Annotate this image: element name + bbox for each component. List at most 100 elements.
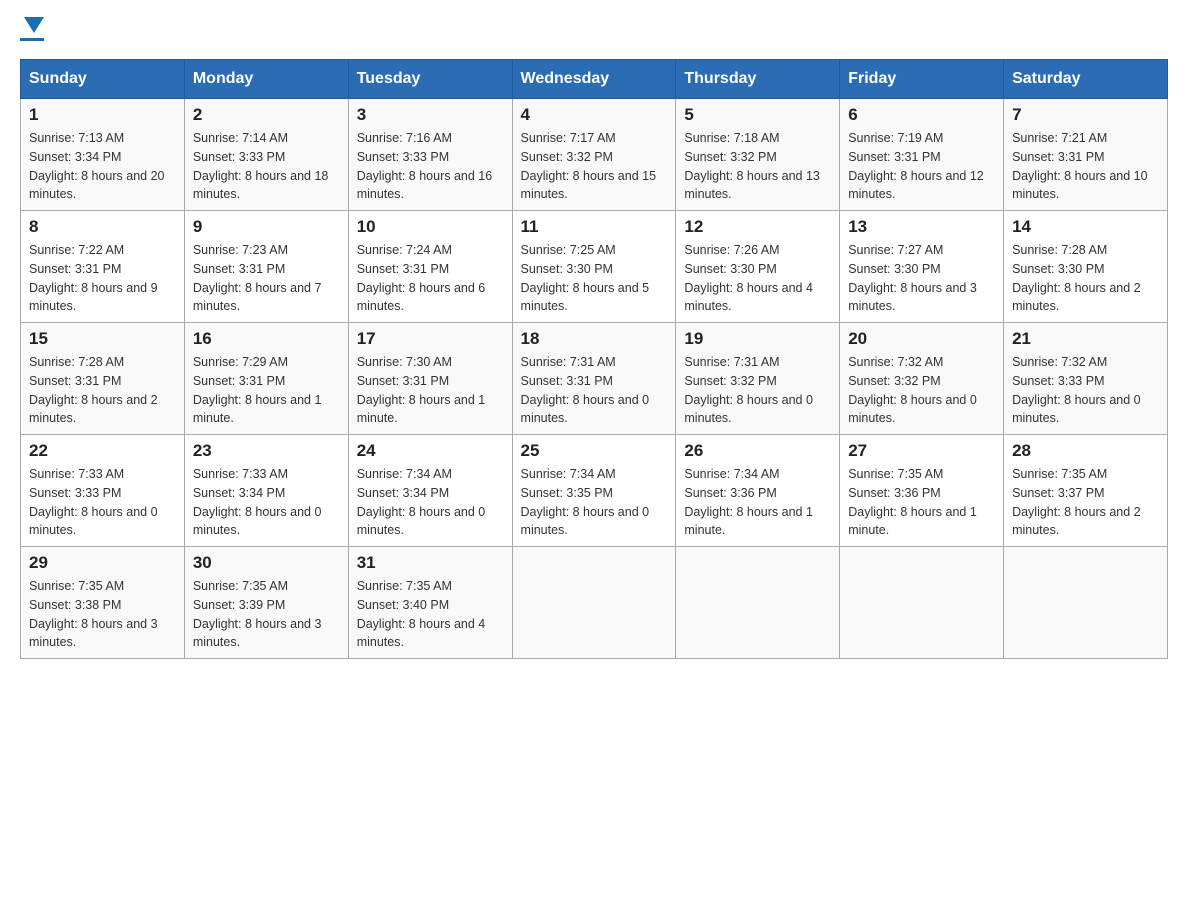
calendar-week-row: 29 Sunrise: 7:35 AMSunset: 3:38 PMDaylig… — [21, 547, 1168, 659]
calendar-cell — [512, 547, 676, 659]
day-number: 25 — [521, 441, 668, 461]
day-info: Sunrise: 7:14 AMSunset: 3:33 PMDaylight:… — [193, 131, 329, 201]
day-info: Sunrise: 7:19 AMSunset: 3:31 PMDaylight:… — [848, 131, 984, 201]
day-number: 20 — [848, 329, 995, 349]
calendar-cell — [676, 547, 840, 659]
day-info: Sunrise: 7:34 AMSunset: 3:35 PMDaylight:… — [521, 467, 650, 537]
page-header — [20, 20, 1168, 41]
header-sunday: Sunday — [21, 60, 185, 99]
day-number: 2 — [193, 105, 340, 125]
calendar-cell: 30 Sunrise: 7:35 AMSunset: 3:39 PMDaylig… — [184, 547, 348, 659]
day-number: 21 — [1012, 329, 1159, 349]
calendar-cell — [840, 547, 1004, 659]
calendar-cell: 31 Sunrise: 7:35 AMSunset: 3:40 PMDaylig… — [348, 547, 512, 659]
calendar-cell: 26 Sunrise: 7:34 AMSunset: 3:36 PMDaylig… — [676, 435, 840, 547]
day-number: 15 — [29, 329, 176, 349]
calendar-cell: 22 Sunrise: 7:33 AMSunset: 3:33 PMDaylig… — [21, 435, 185, 547]
calendar-cell — [1004, 547, 1168, 659]
day-number: 26 — [684, 441, 831, 461]
day-info: Sunrise: 7:31 AMSunset: 3:31 PMDaylight:… — [521, 355, 650, 425]
calendar-cell: 15 Sunrise: 7:28 AMSunset: 3:31 PMDaylig… — [21, 323, 185, 435]
calendar-cell: 12 Sunrise: 7:26 AMSunset: 3:30 PMDaylig… — [676, 211, 840, 323]
calendar-cell: 16 Sunrise: 7:29 AMSunset: 3:31 PMDaylig… — [184, 323, 348, 435]
day-info: Sunrise: 7:26 AMSunset: 3:30 PMDaylight:… — [684, 243, 813, 313]
day-number: 17 — [357, 329, 504, 349]
day-info: Sunrise: 7:22 AMSunset: 3:31 PMDaylight:… — [29, 243, 158, 313]
logo-underline — [20, 38, 44, 41]
calendar-week-row: 15 Sunrise: 7:28 AMSunset: 3:31 PMDaylig… — [21, 323, 1168, 435]
day-number: 5 — [684, 105, 831, 125]
day-info: Sunrise: 7:35 AMSunset: 3:36 PMDaylight:… — [848, 467, 977, 537]
calendar-cell: 19 Sunrise: 7:31 AMSunset: 3:32 PMDaylig… — [676, 323, 840, 435]
calendar-cell: 5 Sunrise: 7:18 AMSunset: 3:32 PMDayligh… — [676, 99, 840, 211]
calendar-cell: 18 Sunrise: 7:31 AMSunset: 3:31 PMDaylig… — [512, 323, 676, 435]
day-info: Sunrise: 7:16 AMSunset: 3:33 PMDaylight:… — [357, 131, 493, 201]
day-number: 8 — [29, 217, 176, 237]
header-saturday: Saturday — [1004, 60, 1168, 99]
day-info: Sunrise: 7:27 AMSunset: 3:30 PMDaylight:… — [848, 243, 977, 313]
day-info: Sunrise: 7:29 AMSunset: 3:31 PMDaylight:… — [193, 355, 322, 425]
calendar-cell: 9 Sunrise: 7:23 AMSunset: 3:31 PMDayligh… — [184, 211, 348, 323]
day-info: Sunrise: 7:28 AMSunset: 3:31 PMDaylight:… — [29, 355, 158, 425]
day-number: 22 — [29, 441, 176, 461]
day-number: 7 — [1012, 105, 1159, 125]
calendar-cell: 11 Sunrise: 7:25 AMSunset: 3:30 PMDaylig… — [512, 211, 676, 323]
day-info: Sunrise: 7:32 AMSunset: 3:33 PMDaylight:… — [1012, 355, 1141, 425]
day-number: 28 — [1012, 441, 1159, 461]
logo — [20, 20, 44, 41]
calendar-cell: 1 Sunrise: 7:13 AMSunset: 3:34 PMDayligh… — [21, 99, 185, 211]
header-monday: Monday — [184, 60, 348, 99]
day-number: 3 — [357, 105, 504, 125]
day-info: Sunrise: 7:33 AMSunset: 3:34 PMDaylight:… — [193, 467, 322, 537]
header-tuesday: Tuesday — [348, 60, 512, 99]
day-info: Sunrise: 7:24 AMSunset: 3:31 PMDaylight:… — [357, 243, 486, 313]
day-info: Sunrise: 7:34 AMSunset: 3:34 PMDaylight:… — [357, 467, 486, 537]
calendar-cell: 4 Sunrise: 7:17 AMSunset: 3:32 PMDayligh… — [512, 99, 676, 211]
calendar-week-row: 22 Sunrise: 7:33 AMSunset: 3:33 PMDaylig… — [21, 435, 1168, 547]
header-friday: Friday — [840, 60, 1004, 99]
day-info: Sunrise: 7:35 AMSunset: 3:38 PMDaylight:… — [29, 579, 158, 649]
day-info: Sunrise: 7:21 AMSunset: 3:31 PMDaylight:… — [1012, 131, 1148, 201]
day-number: 4 — [521, 105, 668, 125]
header-wednesday: Wednesday — [512, 60, 676, 99]
day-number: 18 — [521, 329, 668, 349]
calendar-cell: 24 Sunrise: 7:34 AMSunset: 3:34 PMDaylig… — [348, 435, 512, 547]
calendar-cell: 25 Sunrise: 7:34 AMSunset: 3:35 PMDaylig… — [512, 435, 676, 547]
day-number: 27 — [848, 441, 995, 461]
day-number: 16 — [193, 329, 340, 349]
day-info: Sunrise: 7:13 AMSunset: 3:34 PMDaylight:… — [29, 131, 165, 201]
day-number: 31 — [357, 553, 504, 573]
day-info: Sunrise: 7:33 AMSunset: 3:33 PMDaylight:… — [29, 467, 158, 537]
logo-triangle-icon — [24, 17, 44, 33]
day-info: Sunrise: 7:17 AMSunset: 3:32 PMDaylight:… — [521, 131, 657, 201]
day-number: 10 — [357, 217, 504, 237]
day-info: Sunrise: 7:35 AMSunset: 3:37 PMDaylight:… — [1012, 467, 1141, 537]
day-info: Sunrise: 7:32 AMSunset: 3:32 PMDaylight:… — [848, 355, 977, 425]
day-info: Sunrise: 7:31 AMSunset: 3:32 PMDaylight:… — [684, 355, 813, 425]
calendar-cell: 28 Sunrise: 7:35 AMSunset: 3:37 PMDaylig… — [1004, 435, 1168, 547]
day-info: Sunrise: 7:35 AMSunset: 3:40 PMDaylight:… — [357, 579, 486, 649]
day-number: 14 — [1012, 217, 1159, 237]
day-number: 1 — [29, 105, 176, 125]
day-number: 24 — [357, 441, 504, 461]
day-info: Sunrise: 7:18 AMSunset: 3:32 PMDaylight:… — [684, 131, 820, 201]
calendar-cell: 10 Sunrise: 7:24 AMSunset: 3:31 PMDaylig… — [348, 211, 512, 323]
calendar-cell: 3 Sunrise: 7:16 AMSunset: 3:33 PMDayligh… — [348, 99, 512, 211]
calendar-week-row: 8 Sunrise: 7:22 AMSunset: 3:31 PMDayligh… — [21, 211, 1168, 323]
day-number: 11 — [521, 217, 668, 237]
day-info: Sunrise: 7:35 AMSunset: 3:39 PMDaylight:… — [193, 579, 322, 649]
day-info: Sunrise: 7:34 AMSunset: 3:36 PMDaylight:… — [684, 467, 813, 537]
calendar-cell: 2 Sunrise: 7:14 AMSunset: 3:33 PMDayligh… — [184, 99, 348, 211]
day-number: 29 — [29, 553, 176, 573]
calendar-cell: 23 Sunrise: 7:33 AMSunset: 3:34 PMDaylig… — [184, 435, 348, 547]
day-number: 19 — [684, 329, 831, 349]
day-info: Sunrise: 7:25 AMSunset: 3:30 PMDaylight:… — [521, 243, 650, 313]
day-info: Sunrise: 7:30 AMSunset: 3:31 PMDaylight:… — [357, 355, 486, 425]
calendar-cell: 17 Sunrise: 7:30 AMSunset: 3:31 PMDaylig… — [348, 323, 512, 435]
day-number: 12 — [684, 217, 831, 237]
calendar-cell: 14 Sunrise: 7:28 AMSunset: 3:30 PMDaylig… — [1004, 211, 1168, 323]
day-info: Sunrise: 7:28 AMSunset: 3:30 PMDaylight:… — [1012, 243, 1141, 313]
day-number: 9 — [193, 217, 340, 237]
calendar-table: SundayMondayTuesdayWednesdayThursdayFrid… — [20, 59, 1168, 659]
calendar-cell: 7 Sunrise: 7:21 AMSunset: 3:31 PMDayligh… — [1004, 99, 1168, 211]
